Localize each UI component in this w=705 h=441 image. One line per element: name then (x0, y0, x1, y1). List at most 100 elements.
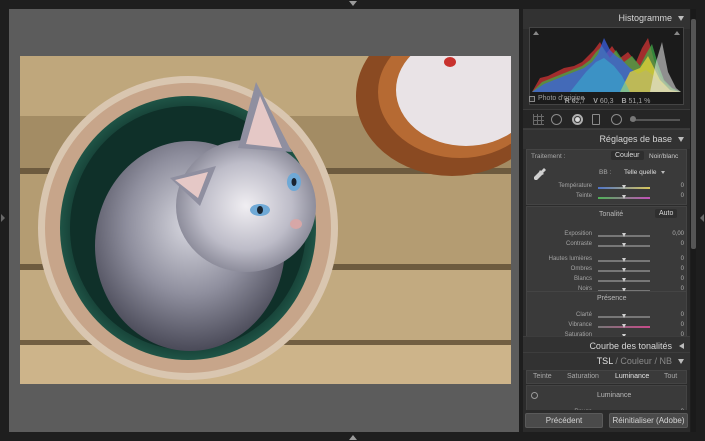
expand-triangle-icon (679, 343, 684, 349)
tone-label: Tonalité (599, 211, 624, 218)
slider-label: Ombres (570, 266, 592, 272)
slider-row: Blancs 0 (527, 276, 688, 286)
slider-track[interactable] (598, 243, 650, 247)
slider-row: Exposition 0,00 (527, 231, 688, 241)
auto-tone-button[interactable]: Auto (655, 209, 678, 218)
treatment-color-button[interactable]: Couleur (611, 151, 644, 160)
graduated-filter-icon[interactable] (592, 114, 600, 125)
separator: / (654, 356, 657, 366)
percent-unit: % (644, 98, 651, 105)
slider-thumb[interactable] (621, 185, 626, 189)
original-photo-toggle[interactable]: Photo d'origine (529, 95, 584, 102)
panel-toggle-top[interactable] (349, 1, 357, 6)
basic-settings-header[interactable]: Réglages de base (523, 129, 690, 149)
scrollbar-thumb[interactable] (691, 19, 696, 249)
photo-viewer (9, 9, 519, 432)
slider-track[interactable] (598, 278, 650, 282)
slider-label: Teinte (575, 193, 592, 199)
slider-value[interactable]: 0 (681, 256, 684, 262)
treatment-wb-block: Traitement : Couleur Noir/blanc BB : Tel… (526, 149, 687, 205)
panel-scrollbar[interactable] (691, 9, 696, 432)
hsl-header[interactable]: TSL / Couleur / NB (523, 352, 690, 370)
tool-strip (523, 109, 690, 129)
slider-label: Blancs (573, 276, 592, 282)
slider-value[interactable]: 0 (681, 193, 684, 199)
hsl-subtab-luminance[interactable]: Luminance (615, 373, 649, 380)
slider-row: Vibrance 0 (527, 322, 688, 332)
slider-track[interactable] (598, 185, 650, 189)
histogram[interactable]: R 62,7 V 60,3 B 51,1 % (529, 27, 684, 105)
basic-settings-title: Réglages de base (599, 134, 672, 144)
treatment-bw-button[interactable]: Noir/blanc (649, 153, 678, 160)
slider-track[interactable] (598, 314, 650, 318)
wb-preset-select[interactable]: Telle quelle (624, 169, 657, 176)
target-adjust-icon[interactable] (531, 392, 538, 399)
slider-thumb[interactable] (621, 243, 626, 247)
slider-value[interactable]: 0,00 (672, 231, 684, 237)
treatment-label: Traitement : (531, 153, 566, 160)
slider-track[interactable] (598, 233, 650, 237)
slider-label: Vibrance (568, 322, 592, 328)
grid-overlay-icon[interactable] (533, 114, 544, 125)
slider-label: Température (558, 183, 592, 189)
slider-label: Clarté (575, 312, 592, 318)
hsl-subtab-saturation[interactable]: Saturation (567, 373, 599, 380)
tone-curve-title: Courbe des tonalités (589, 341, 672, 351)
slider-thumb[interactable] (621, 314, 626, 318)
slider-value[interactable]: 0 (681, 322, 684, 328)
slider-track[interactable] (598, 258, 650, 262)
slider-thumb[interactable] (621, 278, 626, 282)
crop-tool-icon[interactable] (551, 114, 562, 125)
hsl-subtab-hue[interactable]: Teinte (533, 373, 552, 380)
slider-value[interactable]: 0 (681, 183, 684, 189)
wb-label: BB : (599, 169, 612, 176)
hsl-nb-tab[interactable]: NB (659, 356, 672, 366)
reset-button[interactable]: Réinitialiser (Adobe) (609, 413, 688, 428)
histogram-header[interactable]: Histogramme (523, 9, 690, 29)
hsl-title: TSL / Couleur / NB (597, 356, 672, 366)
slider-track[interactable] (598, 324, 650, 328)
slider-row: Ombres 0 (527, 266, 688, 276)
hsl-tsl-tab[interactable]: TSL (597, 356, 613, 366)
panel-toggle-bottom[interactable] (349, 435, 357, 440)
slider-value[interactable]: 0 (681, 241, 684, 247)
panel-toggle-left[interactable] (1, 214, 5, 222)
eyedropper-icon[interactable] (533, 167, 547, 181)
v-value: 60,3 (599, 98, 614, 105)
slider-track[interactable] (598, 268, 650, 272)
chevron-down-icon[interactable] (661, 171, 665, 174)
slider-track[interactable] (598, 195, 650, 199)
presence-label: Présence (597, 295, 627, 302)
original-photo-checkbox[interactable] (529, 95, 535, 102)
slider-label: Exposition (564, 231, 592, 237)
previous-button[interactable]: Précédent (525, 413, 603, 428)
radial-filter-icon[interactable] (611, 114, 622, 125)
brush-slider[interactable] (630, 116, 680, 122)
kitten-photo (20, 56, 511, 384)
slider-thumb[interactable] (621, 258, 626, 262)
collapse-triangle-icon (678, 16, 684, 21)
collapse-triangle-icon (678, 137, 684, 142)
hsl-subtabs: Teinte Saturation Luminance Tout (526, 370, 687, 384)
panel-footer: Précédent Réinitialiser (Adobe) (523, 410, 690, 432)
hsl-color-tab[interactable]: Couleur (620, 356, 652, 366)
slider-thumb[interactable] (621, 324, 626, 328)
slider-row: Température 0 (527, 183, 688, 193)
original-photo-label: Photo d'origine (538, 95, 585, 102)
histogram-title: Histogramme (618, 13, 672, 23)
slider-row: Teinte 0 (527, 193, 688, 203)
slider-value[interactable]: 0 (681, 312, 684, 318)
collapse-triangle-icon (678, 359, 684, 364)
slider-value[interactable]: 0 (681, 276, 684, 282)
slider-row: Hautes lumières 0 (527, 256, 688, 266)
panel-toggle-right[interactable] (700, 214, 704, 222)
hsl-subtab-all[interactable]: Tout (664, 373, 677, 380)
separator: / (615, 356, 618, 366)
slider-thumb[interactable] (621, 268, 626, 272)
slider-thumb[interactable] (621, 195, 626, 199)
slider-label: Hautes lumières (548, 256, 592, 262)
slider-value[interactable]: 0 (681, 266, 684, 272)
spot-removal-icon[interactable] (572, 114, 583, 125)
slider-thumb[interactable] (621, 233, 626, 237)
v-label: V (593, 98, 598, 105)
